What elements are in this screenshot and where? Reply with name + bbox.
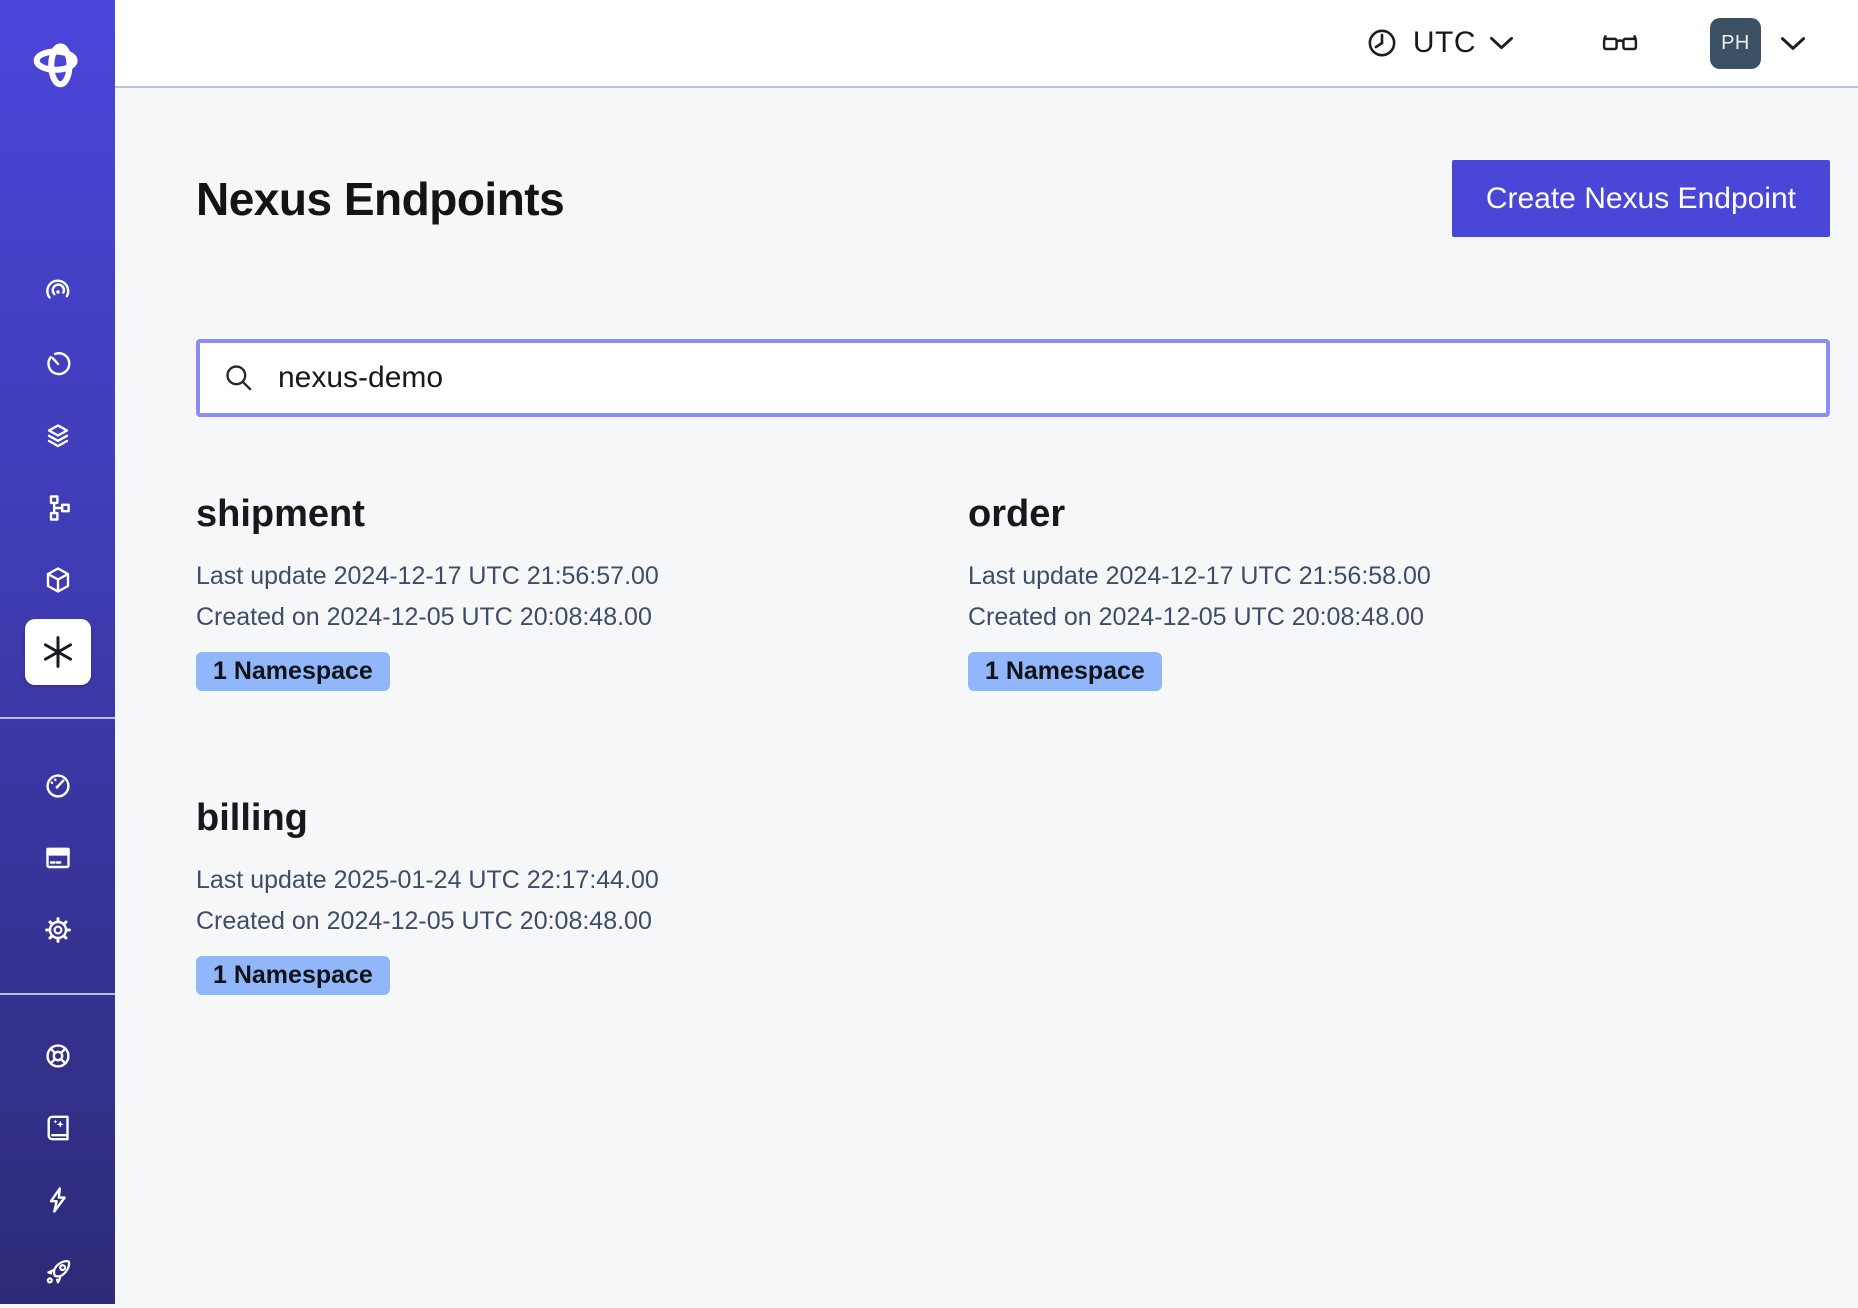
endpoint-created-on: Created on 2024-12-05 UTC 20:08:48.00	[968, 597, 1830, 638]
asterisk-nexus-icon	[38, 632, 78, 672]
title-row: Nexus Endpoints Create Nexus Endpoint	[196, 160, 1830, 237]
cube-icon	[42, 564, 74, 596]
endpoint-created-on: Created on 2024-12-05 UTC 20:08:48.00	[196, 901, 968, 942]
namespace-count-badge: 1 Namespace	[968, 652, 1162, 691]
sidebar-item-getting-started[interactable]	[0, 1236, 115, 1308]
chevron-down-icon	[1489, 36, 1514, 50]
search-box[interactable]	[196, 339, 1830, 417]
spiral-workflows-icon	[42, 276, 74, 308]
sidebar-item-namespaces[interactable]	[0, 400, 115, 472]
life-ring-support-icon	[42, 1040, 74, 1072]
endpoint-name[interactable]: billing	[196, 797, 968, 840]
timer-schedules-icon	[42, 348, 74, 380]
sidebar-item-archival[interactable]	[0, 544, 115, 616]
book-docs-icon	[42, 1112, 74, 1144]
temporal-logo-icon	[31, 36, 85, 90]
account-menu[interactable]: PH	[1710, 18, 1806, 69]
clock-icon	[1364, 25, 1400, 61]
endpoint-created-on: Created on 2024-12-05 UTC 20:08:48.00	[196, 597, 968, 638]
sidebar-item-billing[interactable]	[0, 822, 115, 894]
sidebar-divider	[0, 717, 115, 719]
sidebar-item-nexus[interactable]	[0, 616, 115, 688]
top-bar: UTC PH	[115, 0, 1858, 88]
namespace-count-badge: 1 Namespace	[196, 956, 390, 995]
layers-namespaces-icon	[42, 420, 74, 452]
nexus-active-indicator	[25, 619, 91, 685]
temporal-logo[interactable]	[0, 36, 115, 90]
sidebar-item-workflows[interactable]	[0, 256, 115, 328]
sidebar-item-deployments[interactable]	[0, 472, 115, 544]
gear-settings-icon	[42, 914, 74, 946]
gauge-usage-icon	[42, 770, 74, 802]
endpoint-name[interactable]: shipment	[196, 493, 968, 536]
create-nexus-endpoint-button[interactable]: Create Nexus Endpoint	[1452, 160, 1830, 237]
search-icon	[222, 361, 256, 395]
sidebar-nav-help	[0, 1020, 115, 1308]
sidebar-item-schedules[interactable]	[0, 328, 115, 400]
endpoint-card-order[interactable]: order Last update 2024-12-17 UTC 21:56:5…	[968, 493, 1830, 691]
endpoint-card-billing[interactable]: billing Last update 2025-01-24 UTC 22:17…	[196, 797, 968, 995]
rocket-getting-started-icon	[42, 1256, 74, 1288]
sidebar-item-settings[interactable]	[0, 894, 115, 966]
timezone-label: UTC	[1413, 26, 1476, 60]
sidebar-item-quick-actions[interactable]	[0, 1164, 115, 1236]
endpoint-last-update: Last update 2024-12-17 UTC 21:56:58.00	[968, 556, 1830, 597]
credit-card-billing-icon	[42, 842, 74, 874]
timezone-selector[interactable]: UTC	[1364, 25, 1514, 61]
endpoint-last-update: Last update 2024-12-17 UTC 21:56:57.00	[196, 556, 968, 597]
sidebar	[0, 0, 115, 1304]
endpoint-list: shipment Last update 2024-12-17 UTC 21:5…	[196, 493, 1830, 995]
sidebar-nav-main	[0, 256, 115, 688]
glasses-icon	[1600, 28, 1640, 58]
sidebar-item-docs[interactable]	[0, 1092, 115, 1164]
endpoint-card-shipment[interactable]: shipment Last update 2024-12-17 UTC 21:5…	[196, 493, 968, 691]
main-content: Nexus Endpoints Create Nexus Endpoint sh…	[115, 90, 1858, 1304]
sidebar-nav-account	[0, 750, 115, 966]
page-title: Nexus Endpoints	[196, 172, 564, 226]
chevron-down-icon	[1780, 36, 1806, 51]
lightning-icon	[42, 1184, 74, 1216]
sidebar-item-support[interactable]	[0, 1020, 115, 1092]
reader-mode-button[interactable]	[1600, 28, 1640, 58]
endpoint-name[interactable]: order	[968, 493, 1830, 536]
search-input[interactable]	[276, 343, 1826, 413]
sidebar-divider	[0, 993, 115, 995]
sidebar-item-usage[interactable]	[0, 750, 115, 822]
endpoint-last-update: Last update 2025-01-24 UTC 22:17:44.00	[196, 860, 968, 901]
branch-deployments-icon	[42, 492, 74, 524]
avatar[interactable]: PH	[1710, 18, 1761, 69]
namespace-count-badge: 1 Namespace	[196, 652, 390, 691]
